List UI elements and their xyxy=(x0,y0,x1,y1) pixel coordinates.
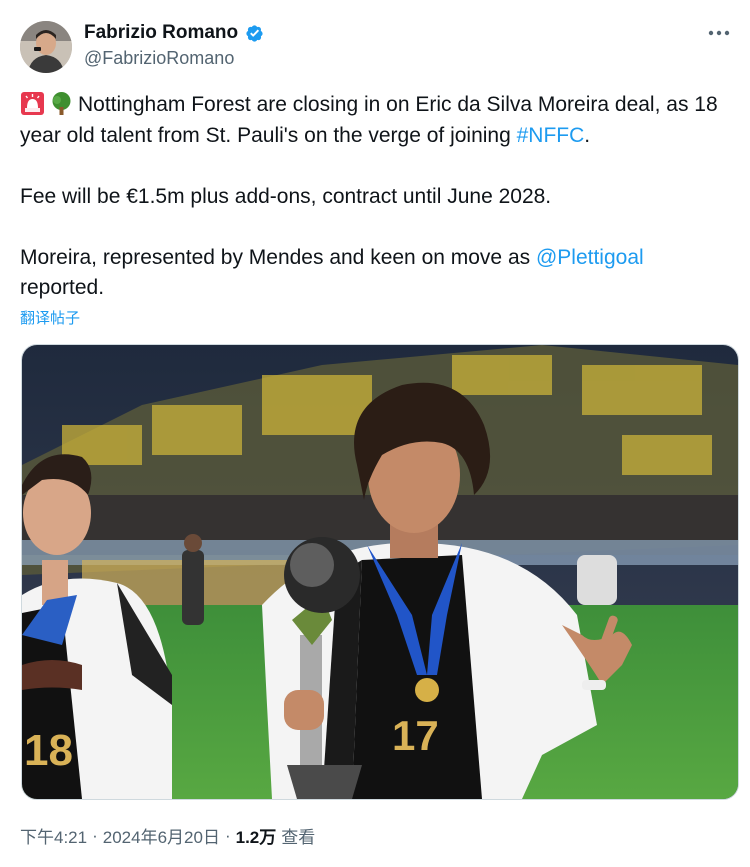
meta-separator: · xyxy=(224,825,231,845)
tweet-line1-text: Nottingham Forest are closing in on Eric… xyxy=(20,93,718,147)
views-count[interactable]: 1.2万 xyxy=(236,823,277,848)
tweet-paragraph-1: Nottingham Forest are closing in on Eric… xyxy=(20,90,725,151)
author-name[interactable]: Fabrizio Romano xyxy=(84,22,238,44)
tweet-paragraph-3: Moreira, represented by Mendes and keen … xyxy=(20,243,725,304)
rotating-light-icon xyxy=(20,91,45,116)
translate-post-link[interactable]: 翻译帖子 xyxy=(20,307,80,328)
tweet-line1-end: . xyxy=(584,123,591,147)
post-date[interactable]: 2024年6月20日 xyxy=(103,823,220,848)
more-options-icon[interactable] xyxy=(702,20,736,46)
views-label: 查看 xyxy=(281,828,316,847)
post-time[interactable]: 下午4:21 xyxy=(20,823,87,848)
author-name-row: Fabrizio Romano xyxy=(84,22,265,44)
jersey-number-18: 18 xyxy=(24,726,73,775)
tweet-paragraph-3-text: Moreira, represented by Mendes and keen … xyxy=(20,245,536,269)
tweet-text: Nottingham Forest are closing in on Eric… xyxy=(20,90,725,304)
tweet-paragraph-3-end: reported. xyxy=(20,276,105,299)
hashtag-link[interactable]: #NFFC xyxy=(517,124,585,147)
tree-icon xyxy=(49,91,74,116)
tweet-meta: 下午4:21 · 2024年6月20日 · 1.2万 查看 xyxy=(20,823,315,848)
tweet-photo[interactable]: 18 17 xyxy=(21,344,739,800)
mention-link[interactable]: @Plettigoal xyxy=(536,246,644,269)
verified-badge-icon xyxy=(244,23,265,44)
tweet-card: Fabrizio Romano @FabrizioRomano Nottingh… xyxy=(0,0,750,867)
meta-separator: · xyxy=(92,825,98,845)
jersey-number-17: 17 xyxy=(392,712,439,759)
author-avatar[interactable] xyxy=(20,21,72,73)
tweet-paragraph-2: Fee will be €1.5m plus add-ons, contract… xyxy=(20,184,552,208)
author-handle[interactable]: @FabrizioRomano xyxy=(84,48,234,69)
